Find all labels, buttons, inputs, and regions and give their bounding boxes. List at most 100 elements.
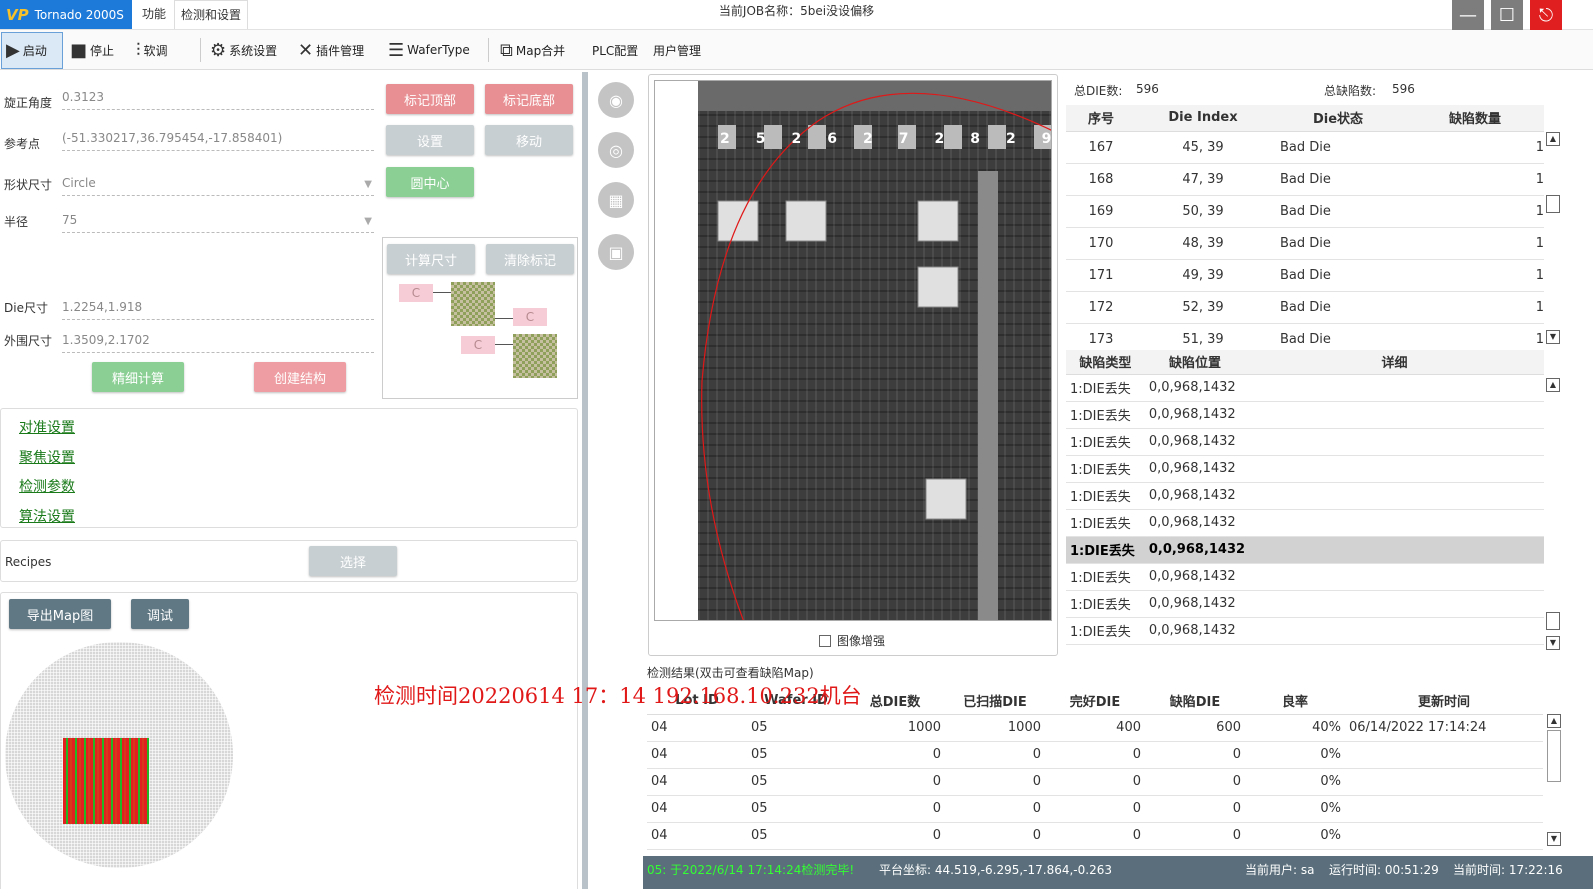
table-row[interactable]: 170 48, 39 Bad Die 1 — [1066, 227, 1544, 260]
ref-point-field[interactable]: (-51.330217,36.795454,-17.858401) — [62, 129, 374, 151]
circle-center-button[interactable]: 圆中心 — [386, 167, 474, 197]
col-header[interactable]: 更新时间 — [1345, 688, 1543, 715]
radius-select[interactable]: 75 ▼ — [62, 211, 374, 233]
calc-size-button[interactable]: 计算尺寸 — [387, 244, 475, 274]
table-row[interactable]: 04 05 0 0 0 0 0% — [647, 822, 1543, 850]
move-button[interactable]: 移动 — [485, 125, 573, 155]
clear-marks-button[interactable]: 清除标记 — [486, 244, 574, 274]
scroll-down-button[interactable]: ▼ — [1546, 636, 1560, 650]
table-row[interactable]: 1:DIE丢失 0,0,968,1432 — [1066, 455, 1544, 483]
rotation-field[interactable]: 0.3123 — [62, 88, 374, 110]
table-cell: 0 — [845, 822, 945, 850]
wafer-icon[interactable]: ◎ — [598, 132, 634, 168]
col-header[interactable]: 良率 — [1245, 688, 1345, 715]
outer-size-field[interactable]: 1.3509,2.1702 — [62, 331, 374, 353]
table-cell: 171 — [1066, 259, 1136, 292]
mark-bottom-button[interactable]: 标记底部 — [485, 84, 573, 114]
link-detection-params[interactable]: 检测参数 — [19, 476, 75, 496]
wafertype-button[interactable]: ☰ WaferType — [388, 33, 470, 67]
user-manager-button[interactable]: 用户管理 — [653, 33, 701, 67]
image-icon[interactable]: ▣ — [598, 234, 634, 270]
scroll-up-button[interactable]: ▲ — [1546, 132, 1560, 146]
die-size-label: Die尺寸 — [4, 301, 48, 315]
table-row[interactable]: 167 45, 39 Bad Die 1 — [1066, 131, 1544, 164]
plc-config-label: PLC配置 — [592, 43, 639, 58]
link-focus-settings[interactable]: 聚焦设置 — [19, 447, 75, 467]
table-row[interactable]: 1:DIE丢失 0,0,968,1432 — [1066, 428, 1544, 456]
die-thumbnail — [451, 282, 495, 326]
table-row[interactable]: 1:DIE丢失 0,0,968,1432 — [1066, 536, 1544, 564]
grid-icon[interactable]: ▦ — [598, 182, 634, 218]
col-header[interactable]: 完好DIE — [1045, 688, 1145, 715]
table-row[interactable]: 04 05 0 0 0 0 0% — [647, 741, 1543, 769]
table-row[interactable]: 1:DIE丢失 0,0,968,1432 — [1066, 401, 1544, 429]
table-row[interactable]: 04 05 1000 1000 400 600 40% 06/14/2022 17:14:24 — [647, 714, 1543, 742]
image-enhance-toggle[interactable]: 图像增强 — [819, 632, 885, 649]
table-row[interactable]: 1:DIE丢失 0,0,968,1432 — [1066, 374, 1544, 402]
shape-select[interactable]: Circle ▼ — [62, 174, 374, 196]
col-header[interactable]: 序号 — [1066, 105, 1136, 132]
scroll-up-button[interactable]: ▲ — [1547, 714, 1561, 728]
link-alignment-settings[interactable]: 对准设置 — [19, 417, 75, 437]
mark-top-button[interactable]: 标记顶部 — [386, 84, 474, 114]
tune-button[interactable]: ⫶ 软调 — [136, 33, 168, 67]
fine-calc-button[interactable]: 精细计算 — [92, 362, 184, 392]
maximize-button[interactable]: ☐ — [1491, 0, 1523, 30]
die-table: 序号 Die Index Die状态 缺陷数量 167 45, 39 Bad Die… — [1066, 105, 1544, 356]
scroll-up-button[interactable]: ▲ — [1546, 378, 1560, 392]
col-header[interactable]: 缺陷位置 — [1144, 350, 1246, 375]
table-cell: 0,0,968,1432 — [1144, 509, 1246, 537]
die-image-view[interactable]: 2526272829303132 — [654, 80, 1052, 621]
table-row[interactable]: 1:DIE丢失 0,0,968,1432 — [1066, 482, 1544, 510]
camera-icon[interactable]: ◉ — [598, 82, 634, 118]
table-row[interactable]: 172 52, 39 Bad Die 1 — [1066, 291, 1544, 324]
table-row[interactable]: 04 05 0 0 0 0 0% — [647, 795, 1543, 823]
set-button[interactable]: 设置 — [386, 125, 474, 155]
col-header[interactable]: 缺陷类型 — [1066, 350, 1145, 375]
table-cell: 49, 39 — [1136, 259, 1270, 292]
panel-splitter[interactable] — [582, 72, 588, 889]
minimize-button[interactable]: — — [1452, 0, 1484, 30]
table-row[interactable]: 169 50, 39 Bad Die 1 — [1066, 195, 1544, 228]
scrollbar-thumb[interactable] — [1546, 195, 1560, 213]
table-row[interactable]: 171 49, 39 Bad Die 1 — [1066, 259, 1544, 292]
plugin-manager-button[interactable]: ✕ 插件管理 — [298, 33, 364, 67]
menu-func[interactable]: 功能 — [136, 0, 172, 29]
col-header[interactable]: 已扫描DIE — [945, 688, 1045, 715]
col-header[interactable]: 缺陷DIE — [1145, 688, 1245, 715]
col-header[interactable]: 详细 — [1245, 350, 1544, 375]
scroll-down-button[interactable]: ▼ — [1546, 330, 1560, 344]
table-cell: 1000 — [945, 714, 1045, 742]
debug-button[interactable]: 调试 — [131, 599, 189, 629]
plc-config-button[interactable]: PLC配置 — [592, 33, 638, 67]
table-row[interactable]: 1:DIE丢失 0,0,968,1432 — [1066, 509, 1544, 537]
create-structure-button[interactable]: 创建结构 — [254, 362, 346, 392]
table-cell — [1245, 617, 1544, 645]
select-recipe-button[interactable]: 选择 — [309, 546, 397, 576]
table-cell: 400 — [1045, 714, 1145, 742]
system-settings-button[interactable]: ⚙ 系统设置 — [210, 33, 277, 67]
col-header[interactable]: 缺陷数量 — [1406, 105, 1544, 132]
table-row[interactable]: 1:DIE丢失 0,0,968,1432 — [1066, 617, 1544, 645]
wafer-defect-region[interactable] — [63, 738, 149, 824]
col-header[interactable]: Die Index — [1136, 105, 1270, 132]
link-algorithm-settings[interactable]: 算法设置 — [19, 506, 75, 526]
table-row[interactable]: 1:DIE丢失 0,0,968,1432 — [1066, 590, 1544, 618]
start-button[interactable]: ▶ 启动 — [1, 32, 63, 69]
table-row[interactable]: 04 05 0 0 0 0 0% — [647, 768, 1543, 796]
scrollbar-thumb[interactable] — [1547, 730, 1561, 782]
scrollbar-thumb[interactable] — [1546, 612, 1560, 630]
map-merge-button[interactable]: ⧉ Map合并 — [500, 33, 565, 67]
table-row[interactable]: 168 47, 39 Bad Die 1 — [1066, 163, 1544, 196]
enhance-checkbox[interactable] — [819, 634, 831, 647]
menu-detect[interactable]: 检测和设置 — [174, 0, 249, 29]
stop-button[interactable]: ■ 停止 — [70, 33, 114, 67]
table-row[interactable]: 1:DIE丢失 0,0,968,1432 — [1066, 563, 1544, 591]
table-cell: 1:DIE丢失 — [1066, 455, 1145, 483]
close-button[interactable]: ⎋ — [1530, 0, 1562, 30]
table-cell: 0 — [945, 768, 1045, 796]
scroll-down-button[interactable]: ▼ — [1547, 832, 1561, 846]
col-header[interactable]: Die状态 — [1270, 105, 1406, 132]
export-map-button[interactable]: 导出Map图 — [9, 599, 111, 629]
die-size-field[interactable]: 1.2254,1.918 — [62, 298, 374, 320]
